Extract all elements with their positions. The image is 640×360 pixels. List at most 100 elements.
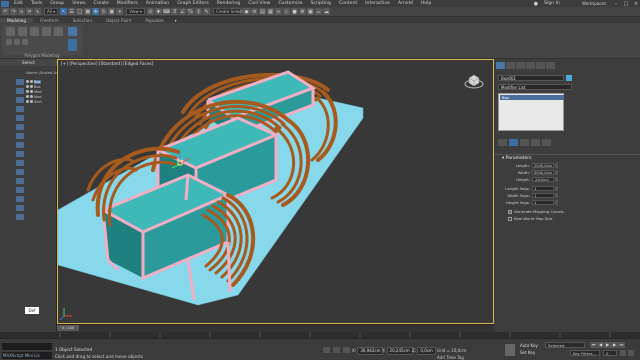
y-field[interactable]: 20,245cm	[386, 347, 413, 355]
isolate-selection-icon[interactable]	[323, 347, 330, 353]
time-config-icon[interactable]	[620, 350, 626, 356]
display-shapes-icon[interactable]	[16, 97, 24, 103]
rotate-icon[interactable]: ↻	[100, 8, 108, 15]
render-production-icon[interactable]: ☕	[315, 8, 323, 15]
spinner-icon[interactable]	[555, 193, 558, 198]
named-selection-sets[interactable]: Create Selection Se	[213, 8, 255, 15]
time-slider[interactable]: 0 / 100	[57, 325, 79, 331]
display-spacewarps-icon[interactable]	[16, 133, 24, 139]
play-icon[interactable]: ▶	[604, 342, 611, 348]
material-editor-icon[interactable]: ●	[291, 8, 299, 15]
bind-spacewarp-icon[interactable]: ∿	[34, 8, 41, 15]
display-frozen-icon[interactable]	[16, 178, 24, 184]
display-bones-icon[interactable]	[16, 160, 24, 166]
spinner-icon[interactable]	[555, 163, 558, 168]
set-key-icon[interactable]	[505, 344, 515, 356]
ribbon-options-icon[interactable]: ▾	[175, 18, 177, 23]
scene-render[interactable]	[58, 60, 493, 323]
scene-explorer-icon[interactable]: ▦	[267, 8, 275, 15]
object-name-field[interactable]: Box001	[498, 75, 564, 81]
element-icon[interactable]	[68, 27, 77, 36]
minimize-icon[interactable]: –	[612, 1, 620, 7]
menu-edit[interactable]: Edit	[10, 1, 27, 6]
menu-arnold[interactable]: Arnold	[394, 1, 417, 6]
border-icon[interactable]	[42, 27, 51, 36]
menu-rendering[interactable]: Rendering	[213, 1, 244, 6]
show-end-result-icon[interactable]	[68, 39, 77, 51]
display-all-icon[interactable]	[16, 79, 24, 85]
length-field[interactable]: 2000,0cm	[532, 163, 554, 168]
modifier-stack-item[interactable]: Box	[500, 95, 564, 100]
object-color-swatch[interactable]	[566, 75, 572, 81]
edit-poly-icon[interactable]	[6, 27, 15, 36]
motion-tab-icon[interactable]	[526, 62, 535, 69]
pivot-center-icon[interactable]: ⊙	[147, 8, 155, 15]
eye-icon[interactable]	[26, 100, 29, 103]
angle-snap-icon[interactable]: ∠	[179, 8, 187, 15]
unlink-icon[interactable]: ≠	[26, 8, 33, 15]
freeze-icon[interactable]	[30, 80, 33, 83]
menu-modifiers[interactable]: Modifiers	[113, 1, 142, 6]
keyboard-shortcut-icon[interactable]: ⌨	[163, 8, 170, 15]
percent-snap-icon[interactable]: %	[187, 8, 195, 15]
sign-in-link[interactable]: Sign In	[540, 1, 578, 6]
tab-freeform[interactable]: Freeform	[33, 18, 66, 23]
height-segs-field[interactable]: 1	[532, 200, 554, 205]
menu-views[interactable]: Views	[68, 1, 89, 6]
collapse-stack-icon[interactable]	[22, 39, 28, 45]
maximize-icon[interactable]: □	[622, 1, 630, 7]
create-tab-icon[interactable]	[496, 62, 505, 69]
user-icon[interactable]: ●	[534, 1, 538, 7]
display-children-icon[interactable]	[16, 196, 24, 202]
modifier-stack[interactable]: Box	[498, 93, 564, 131]
selection-filter-dropdown[interactable]: All ▾	[44, 8, 59, 15]
select-object-icon[interactable]: ↖	[60, 8, 68, 15]
current-frame-field[interactable]: 0	[603, 350, 617, 356]
display-groups-icon[interactable]	[16, 142, 24, 148]
menu-animation[interactable]: Animation	[142, 1, 173, 6]
modifier-list-dropdown[interactable]: Modifier List	[498, 84, 572, 90]
tab-selection[interactable]: Selection	[66, 18, 99, 23]
tab-object-paint[interactable]: Object Paint	[99, 18, 138, 23]
display-containers-icon[interactable]	[16, 169, 24, 175]
scene-explorer-header[interactable]: Select	[0, 59, 57, 66]
spinner-icon[interactable]	[555, 177, 558, 182]
absolute-mode-icon[interactable]	[343, 347, 350, 353]
close-icon[interactable]: ×	[632, 1, 640, 7]
layer-explorer-icon[interactable]: ▤	[259, 8, 267, 15]
make-unique-icon[interactable]	[520, 139, 529, 146]
window-crossing-icon[interactable]: ▩	[84, 8, 92, 15]
key-filters-button[interactable]: Key Filters...	[570, 350, 600, 356]
display-xrefs-icon[interactable]	[16, 151, 24, 157]
undo-icon[interactable]: ↶	[2, 8, 9, 15]
spinner-icon[interactable]	[555, 170, 558, 175]
curve-editor-icon[interactable]: ≈	[275, 8, 283, 15]
schematic-view-icon[interactable]: ◇	[283, 8, 291, 15]
move-icon[interactable]: ✥	[92, 8, 100, 15]
rect-selection-icon[interactable]: □	[76, 8, 84, 15]
freeze-icon[interactable]	[30, 85, 33, 88]
menu-civil-view[interactable]: Civil View	[244, 1, 274, 6]
scale-icon[interactable]: ▣	[108, 8, 116, 15]
display-cameras-icon[interactable]	[16, 115, 24, 121]
menu-interactive[interactable]: Interactive	[361, 1, 394, 6]
width-field[interactable]: 5000,0cm	[532, 170, 554, 175]
menu-help[interactable]: Help	[417, 1, 435, 6]
auto-key-button[interactable]: Auto Key	[520, 343, 538, 348]
tab-modeling[interactable]: Modeling	[0, 17, 34, 23]
eye-icon[interactable]	[26, 95, 29, 98]
rendered-frame-icon[interactable]: ▣	[307, 8, 315, 15]
selection-lock-icon[interactable]	[333, 347, 340, 353]
redo-icon[interactable]: ↷	[10, 8, 17, 15]
mirror-icon[interactable]: ◆	[243, 8, 251, 15]
previous-frame-icon[interactable]: ◀	[597, 342, 604, 348]
align-icon[interactable]: ≡	[251, 8, 259, 15]
app-logo-icon[interactable]	[1, 0, 9, 7]
spinner-icon[interactable]	[555, 186, 558, 191]
edge-icon[interactable]	[30, 27, 39, 36]
edit-named-selection-icon[interactable]: ✎	[203, 8, 211, 15]
reference-coord-dropdown[interactable]: View ▾	[126, 8, 146, 15]
set-key-button[interactable]: Set Key	[520, 350, 535, 355]
selected-dropdown[interactable]: Selected	[545, 342, 585, 348]
display-hidden-icon[interactable]	[16, 187, 24, 193]
